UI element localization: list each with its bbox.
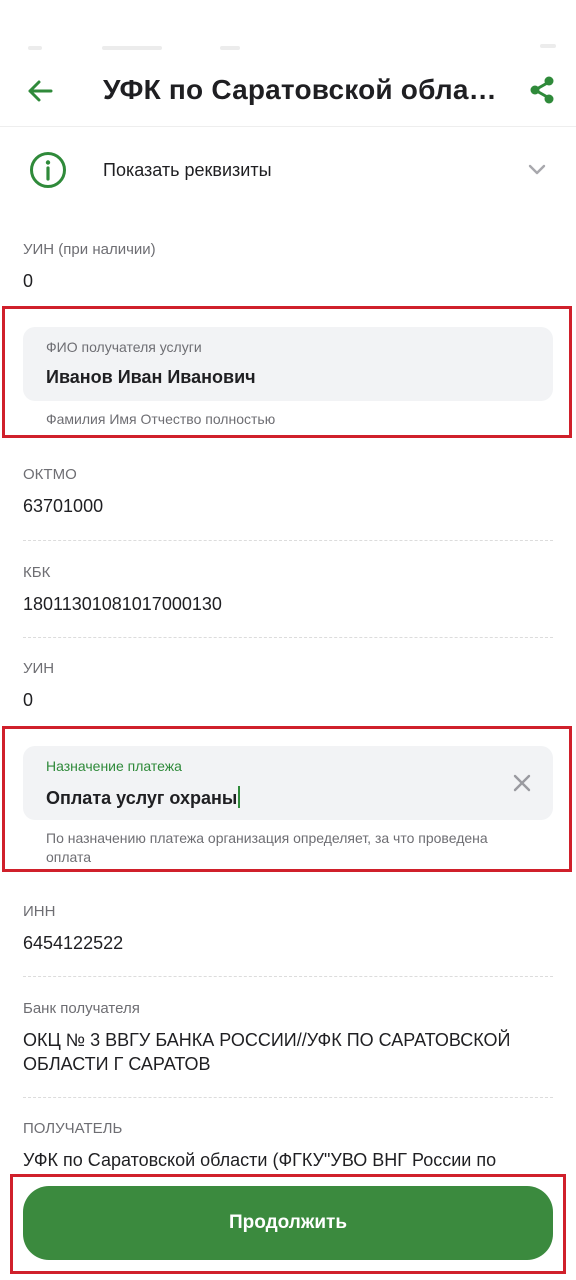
uin-field: УИН 0	[23, 660, 553, 712]
oktmo-label: ОКТМО	[23, 466, 77, 483]
recipient-field: ПОЛУЧАТЕЛЬ УФК по Саратовской области (Ф…	[23, 1120, 553, 1172]
bank-label: Банк получателя	[23, 1000, 140, 1017]
kbk-value: 18011301081017000130	[23, 594, 222, 614]
fio-input-value[interactable]: Иванов Иван Иванович	[46, 367, 256, 388]
show-requisites-row[interactable]: Показать реквизиты	[0, 130, 576, 214]
close-icon[interactable]	[511, 772, 533, 794]
uin-value: 0	[23, 690, 34, 710]
inn-value: 6454122522	[23, 933, 124, 953]
fio-hint: Фамилия Имя Отчество полностью	[46, 411, 276, 427]
kbk-label: КБК	[23, 564, 51, 581]
info-circle-icon	[30, 152, 66, 188]
fio-input[interactable]: ФИО получателя услуги Иванов Иван Иванов…	[23, 327, 553, 401]
share-icon[interactable]	[526, 74, 558, 106]
oktmo-value: 63701000	[23, 496, 104, 516]
text-caret	[238, 786, 241, 808]
divider	[23, 976, 553, 977]
divider	[23, 637, 553, 638]
fio-input-label: ФИО получателя услуги	[46, 339, 202, 355]
purpose-hint: По назначению платежа организация опреде…	[46, 830, 488, 865]
uin-optional-value: 0	[23, 271, 34, 291]
recipient-value: УФК по Саратовской области (ФГКУ"УВО ВНГ…	[23, 1150, 497, 1170]
bank-field: Банк получателя ОКЦ № 3 ВВГУ БАНКА РОССИ…	[23, 1000, 553, 1076]
oktmo-field: ОКТМО 63701000	[23, 466, 553, 518]
app-bar: УФК по Саратовской обла…	[0, 60, 576, 127]
kbk-field: КБК 18011301081017000130	[23, 564, 553, 616]
divider	[23, 540, 553, 541]
purpose-input-label: Назначение платежа	[46, 758, 182, 774]
inn-field: ИНН 6454122522	[23, 903, 553, 955]
purpose-input-value-wrap[interactable]: Оплата услуг охраны	[46, 786, 241, 809]
divider	[23, 1097, 553, 1098]
purpose-input-value[interactable]: Оплата услуг охраны	[46, 788, 237, 808]
purpose-input[interactable]: Назначение платежа Оплата услуг охраны	[23, 746, 553, 820]
chevron-down-icon[interactable]	[526, 158, 548, 180]
continue-button[interactable]: Продолжить	[23, 1186, 553, 1260]
arrow-left-icon[interactable]	[24, 75, 56, 107]
recipient-label: ПОЛУЧАТЕЛЬ	[23, 1120, 123, 1137]
show-requisites-label: Показать реквизиты	[103, 160, 272, 180]
inn-label: ИНН	[23, 903, 56, 920]
bank-value: ОКЦ № 3 ВВГУ БАНКА РОССИИ//УФК ПО САРАТО…	[23, 1030, 511, 1074]
uin-label: УИН	[23, 660, 55, 677]
uin-optional-label: УИН (при наличии)	[23, 241, 156, 258]
page-title: УФК по Саратовской обла…	[103, 74, 497, 105]
status-bar	[0, 0, 576, 60]
uin-optional-field: УИН (при наличии) 0	[23, 241, 553, 293]
